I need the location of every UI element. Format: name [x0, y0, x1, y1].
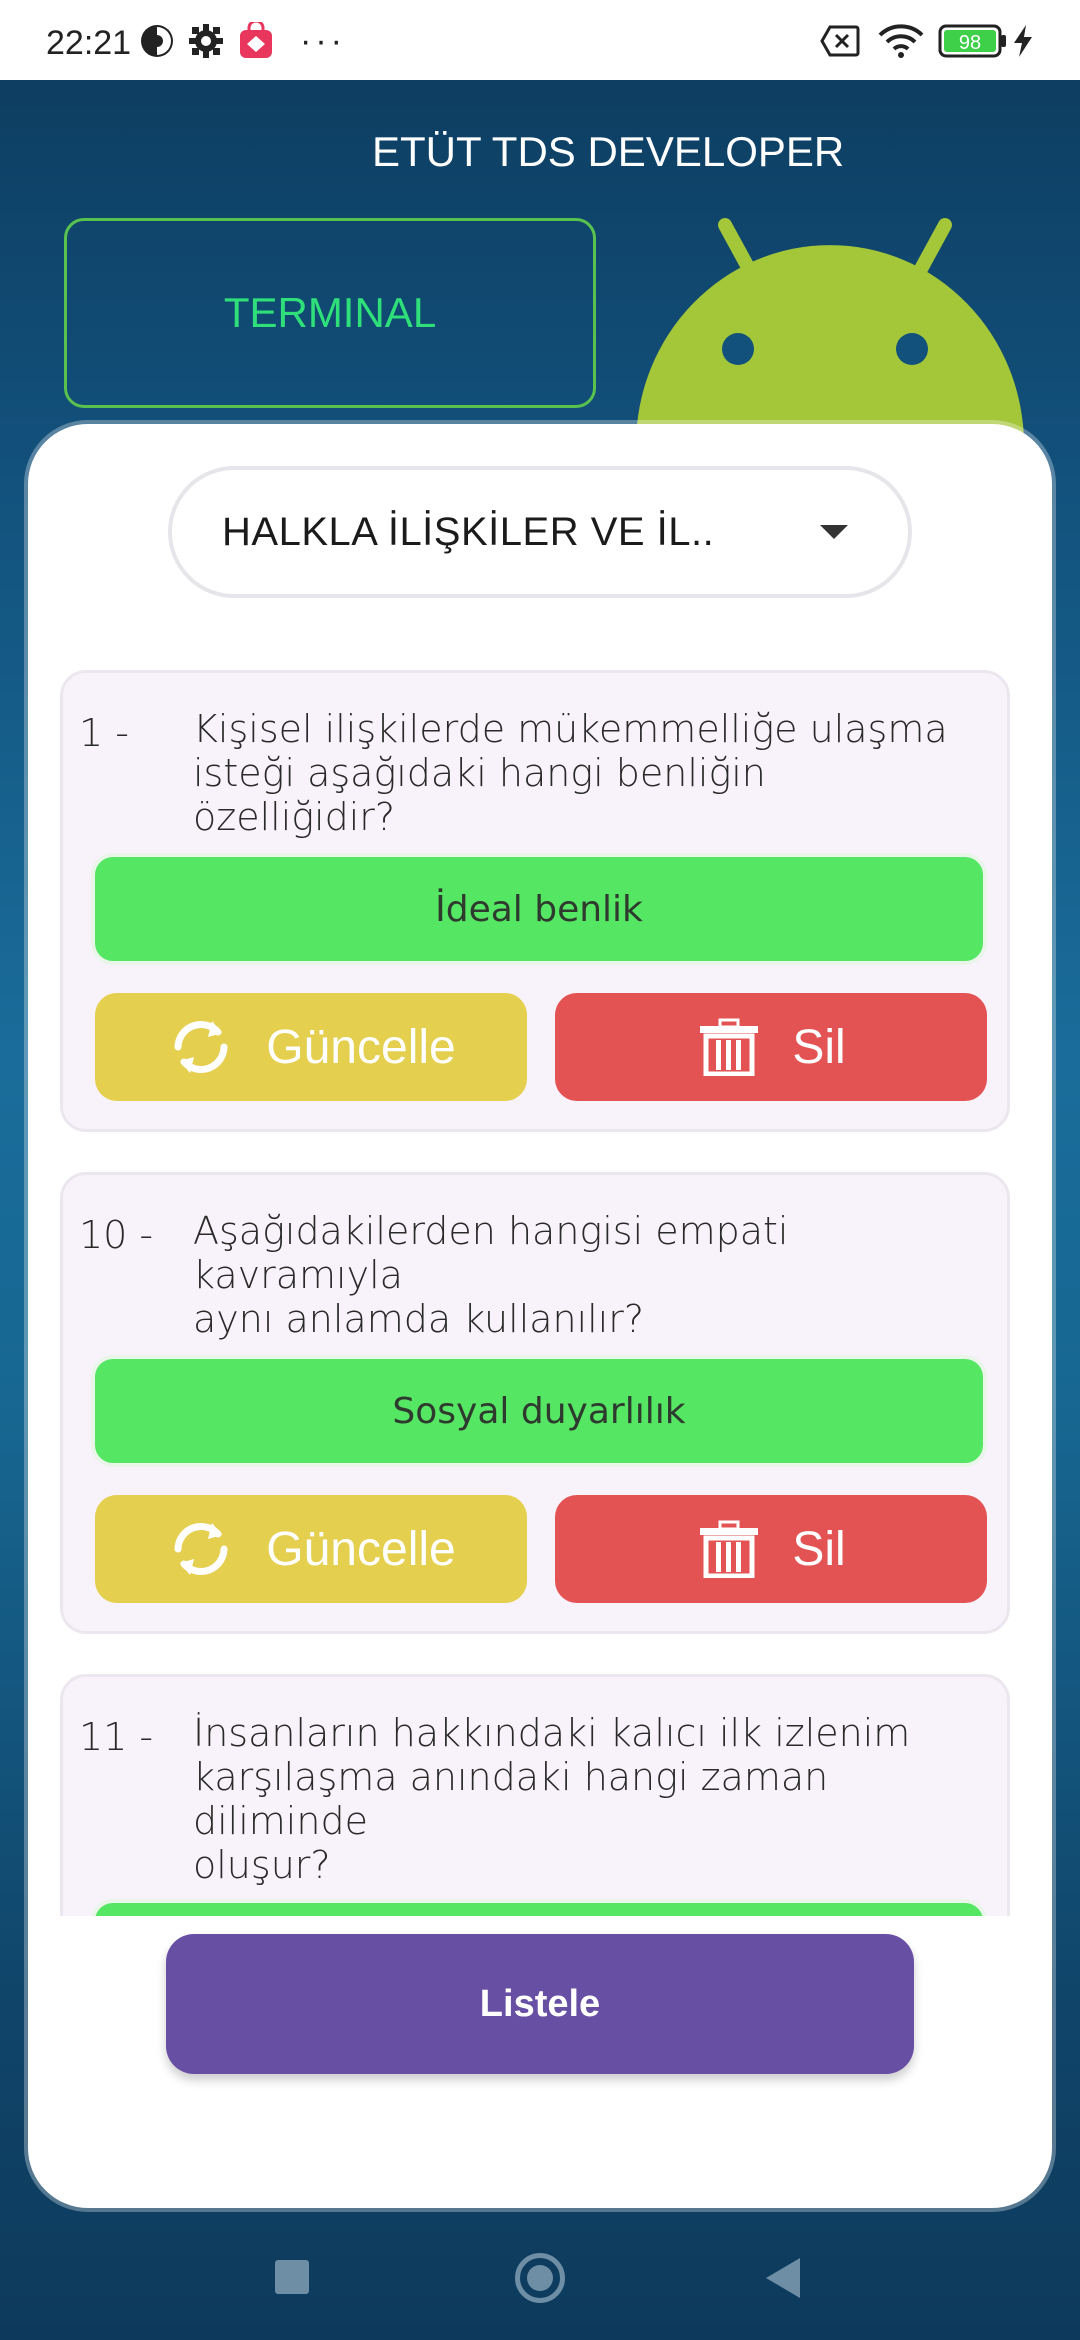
sim-disabled-icon [820, 22, 860, 60]
android-logo [630, 215, 1030, 435]
question-card: 11 - İnsanların hakkındaki kalıcı ilk iz… [60, 1674, 1010, 1916]
question-number: 10 - [79, 1213, 154, 1257]
more-notifications-icon: ··· [300, 21, 346, 60]
question-text: İnsanların hakkındaki kalıcı ilk izlenim… [193, 1711, 911, 1887]
recent-apps-button[interactable] [275, 2260, 309, 2294]
terminal-label: TERMINAL [223, 289, 437, 336]
delete-label: Sil [792, 1020, 846, 1074]
settings-gear-icon [188, 22, 224, 60]
wifi-icon [878, 22, 924, 60]
refresh-icon [174, 1522, 228, 1576]
category-dropdown[interactable]: HALKLA İLİŞKİLER VE İL.. [168, 466, 912, 598]
refresh-icon [174, 1020, 228, 1074]
navigation-bar [0, 2220, 1080, 2340]
status-bar: 22:21 ··· 98 [0, 0, 1080, 80]
trash-icon [700, 1018, 759, 1076]
delete-label: Sil [792, 1522, 846, 1576]
answer-text: İdeal benlik [435, 888, 643, 930]
delete-button[interactable]: Sil [555, 993, 987, 1101]
data-saver-icon [138, 22, 176, 60]
question-number: 11 - [79, 1715, 154, 1759]
back-button[interactable] [766, 2258, 800, 2298]
status-time: 22:21 [46, 24, 132, 62]
update-button[interactable]: Güncelle [95, 1495, 527, 1603]
question-panel: HALKLA İLİŞKİLER VE İL.. 1 - Kişisel ili… [28, 424, 1052, 2208]
update-label: Güncelle [266, 1522, 456, 1576]
update-button[interactable]: Güncelle [95, 993, 527, 1101]
app-title: ETÜT TDS DEVELOPER [372, 128, 845, 175]
question-list[interactable]: 1 - Kişisel ilişkilerde mükemmelliğe ula… [28, 670, 1052, 1916]
question-number: 1 - [79, 711, 129, 755]
answer-box [91, 1899, 987, 1916]
answer-box: İdeal benlik [91, 853, 987, 965]
answer-text: Sosyal duyarlılık [392, 1390, 686, 1432]
list-button[interactable]: Listele [166, 1934, 914, 2074]
charging-bolt-icon [1012, 22, 1034, 60]
home-button[interactable] [515, 2253, 565, 2303]
dropdown-arrow-icon [820, 525, 848, 539]
shopping-bag-icon [238, 22, 274, 60]
answer-box: Sosyal duyarlılık [91, 1355, 987, 1467]
terminal-button[interactable]: TERMINAL [64, 218, 596, 408]
question-text: Kişisel ilişkilerde mükemmelliğe ulaşma … [193, 707, 948, 839]
home-dot-icon [527, 2265, 553, 2291]
question-text: Aşağıdakilerden hangisi empati kavramıyl… [193, 1209, 789, 1341]
list-label: Listele [479, 1982, 601, 2025]
question-card: 1 - Kişisel ilişkilerde mükemmelliğe ula… [60, 670, 1010, 1132]
trash-icon [700, 1520, 759, 1578]
battery-icon: 98 [938, 22, 1008, 60]
update-label: Güncelle [266, 1020, 456, 1074]
delete-button[interactable]: Sil [555, 1495, 987, 1603]
battery-level: 98 [959, 32, 981, 54]
question-card: 10 - Aşağıdakilerden hangisi empati kavr… [60, 1172, 1010, 1634]
category-dropdown-value: HALKLA İLİŞKİLER VE İL.. [222, 509, 715, 554]
